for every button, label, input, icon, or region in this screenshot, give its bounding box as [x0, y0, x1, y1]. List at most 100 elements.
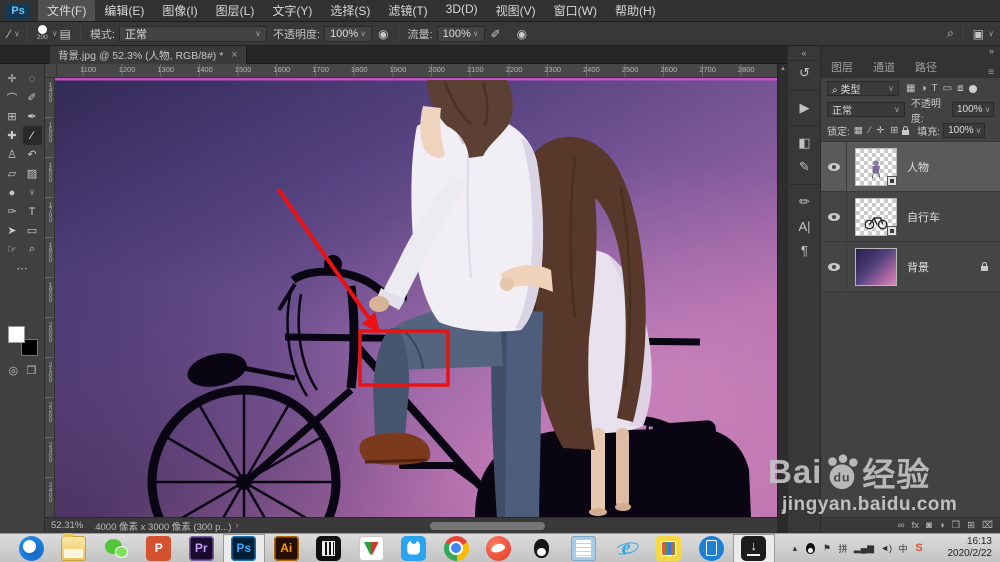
layer-mask-icon[interactable]: ◙ — [926, 520, 932, 531]
dodge-tool-icon[interactable]: ♀ — [23, 183, 42, 202]
lock-artboard-icon[interactable]: ⊞ — [890, 125, 898, 136]
tab-channels[interactable]: 通道 — [863, 56, 905, 78]
taskbar-ticket-app[interactable] — [648, 534, 691, 562]
menu-item-0[interactable]: 文件(F) — [38, 0, 96, 21]
tool-preset-chevron-icon[interactable]: ∨ — [14, 29, 20, 38]
eraser-tool-icon[interactable]: ▱ — [3, 164, 22, 183]
marquee-tool-icon[interactable]: ◌ — [23, 69, 42, 88]
filter-smart-object-icon[interactable]: ⧈ — [957, 83, 963, 94]
ime-mode-icon[interactable]: 中 — [898, 542, 908, 555]
taskbar-qq-browser[interactable] — [10, 534, 53, 562]
path-select-tool-icon[interactable]: ➤ — [3, 221, 22, 240]
layer-style-icon[interactable]: fx — [912, 520, 919, 531]
visibility-toggle[interactable] — [821, 242, 847, 291]
visibility-toggle[interactable] — [821, 142, 847, 191]
taskbar-downloader[interactable] — [732, 533, 775, 562]
workspace-chevron-icon[interactable]: ∨ — [988, 29, 994, 38]
tab-layers[interactable]: 图层 — [821, 56, 863, 78]
menu-item-7[interactable]: 3D(D) — [437, 0, 487, 21]
taskbar-chrome[interactable] — [435, 534, 478, 562]
menu-item-10[interactable]: 帮助(H) — [606, 0, 665, 21]
screen-mode-icon[interactable]: ❐ — [27, 364, 37, 377]
filter-pixel-icon[interactable]: ▦ — [906, 83, 915, 94]
taskbar-photoshop[interactable]: Ps — [222, 533, 265, 562]
blur-tool-icon[interactable]: ● — [3, 183, 22, 202]
properties-panel-icon[interactable]: ◧ — [788, 131, 821, 155]
menu-item-8[interactable]: 视图(V) — [487, 0, 545, 21]
color-swatches[interactable] — [8, 326, 38, 356]
panel-menu-icon[interactable]: ≡ — [988, 67, 994, 78]
layer-opacity-select[interactable]: 100% ∨ — [952, 102, 994, 117]
taskbar-file-explorer[interactable] — [53, 532, 96, 562]
menu-item-2[interactable]: 图像(I) — [153, 0, 206, 21]
search-icon[interactable]: ⌕ — [947, 26, 954, 41]
workspace-switcher-icon[interactable]: ▣ — [973, 27, 984, 41]
character-panel-icon[interactable]: A| — [788, 214, 821, 238]
hidden-icons-icon[interactable]: ▴ — [790, 543, 800, 554]
action-center-flag-icon[interactable]: ⚑ — [822, 543, 832, 554]
layer-row-people[interactable]: 人物 — [821, 142, 1000, 192]
visibility-toggle[interactable] — [821, 192, 847, 241]
taskbar-video-app[interactable] — [308, 534, 351, 562]
canvas-viewport[interactable] — [55, 78, 777, 517]
brushes-panel-icon[interactable]: ✎ — [788, 155, 821, 179]
pen-tool-icon[interactable]: ✑ — [3, 202, 22, 221]
close-tab-icon[interactable]: × — [231, 49, 237, 61]
layer-blend-mode-select[interactable]: 正常 ∨ — [827, 102, 905, 117]
network-icon[interactable]: ▂▄▆ — [854, 543, 874, 554]
menu-item-1[interactable]: 编辑(E) — [95, 0, 153, 21]
more-tools-icon[interactable]: ⋯ — [13, 259, 32, 278]
healing-brush-tool-icon[interactable]: ✚ — [3, 126, 22, 145]
lock-position-icon[interactable]: ✛ — [876, 125, 884, 136]
layer-group-icon[interactable]: ❒ — [952, 520, 961, 531]
zoom-tool-icon[interactable]: ⌕ — [23, 240, 42, 259]
lock-pixels-icon[interactable]: ∕ — [869, 125, 871, 136]
opacity-select[interactable]: 100% ∨ — [324, 25, 373, 42]
qq-tray-icon[interactable] — [806, 542, 816, 554]
history-brush-tool-icon[interactable]: ↶ — [23, 145, 42, 164]
taskbar-powerpoint[interactable]: P — [138, 534, 181, 562]
lock-all-icon[interactable] — [902, 125, 910, 135]
taskbar-illustrator[interactable]: Ai — [265, 534, 308, 562]
collapse-panels-icon[interactable]: « — [788, 46, 820, 61]
menu-item-6[interactable]: 滤镜(T) — [379, 0, 436, 21]
layer-filter-select[interactable]: ⌕ 类型 ∨ — [827, 81, 899, 96]
layer-fill-select[interactable]: 100% ∨ — [943, 123, 986, 138]
filter-toggle-icon[interactable] — [969, 84, 978, 93]
blend-mode-select[interactable]: 正常 ∨ — [119, 25, 267, 42]
brush-tool-icon[interactable]: ∕ — [22, 126, 42, 145]
brush-panel-toggle-icon[interactable]: ▤ — [60, 27, 71, 41]
filter-type-icon[interactable]: T — [932, 83, 938, 94]
active-tool-icon[interactable]: ∕ — [8, 27, 10, 41]
layer-thumbnail[interactable] — [855, 147, 897, 186]
crop-tool-icon[interactable]: ⊞ — [3, 107, 22, 126]
clock[interactable]: 16:13 2020/2/22 — [934, 536, 993, 560]
layer-thumbnail[interactable] — [855, 197, 897, 236]
foreground-color-swatch[interactable] — [8, 326, 25, 343]
flow-select[interactable]: 100% ∨ — [436, 25, 485, 42]
volume-icon[interactable]: ◄) — [880, 543, 892, 553]
adjustment-layer-icon[interactable]: ◑ — [939, 520, 945, 531]
brush-picker-chevron-icon[interactable]: ∨ — [52, 29, 58, 38]
link-layers-icon[interactable]: ∞ — [898, 520, 905, 531]
taskbar-notepad[interactable] — [563, 534, 606, 562]
lock-transparent-icon[interactable]: ▦ — [854, 125, 863, 136]
quick-select-tool-icon[interactable]: ✐ — [23, 88, 42, 107]
lasso-tool-icon[interactable]: ⌒ — [3, 88, 22, 107]
history-panel-icon[interactable]: ↺ — [788, 61, 821, 85]
taskbar-format-factory[interactable] — [350, 534, 393, 562]
quick-mask-icon[interactable]: ◎ — [9, 364, 19, 377]
delete-layer-icon[interactable]: ⌧ — [982, 520, 993, 531]
paragraph-panel-icon[interactable]: ¶ — [788, 238, 821, 262]
ime-icon[interactable]: 拼 — [838, 542, 848, 555]
status-chevron-icon[interactable]: › — [235, 520, 238, 531]
clone-stamp-tool-icon[interactable]: ♙ — [3, 145, 22, 164]
hand-tool-icon[interactable]: ☞ — [3, 240, 22, 259]
taskbar-red-browser[interactable] — [478, 534, 521, 562]
filter-adjustment-icon[interactable]: ◑ — [920, 83, 926, 94]
menu-item-4[interactable]: 文字(Y) — [263, 0, 321, 21]
layer-thumbnail[interactable] — [855, 247, 897, 286]
document-tab[interactable]: 背景.jpg @ 52.3% (人物, RGB/8#) * × — [50, 46, 247, 64]
menu-item-9[interactable]: 窗口(W) — [545, 0, 606, 21]
filter-shape-icon[interactable]: ▭ — [943, 83, 952, 94]
